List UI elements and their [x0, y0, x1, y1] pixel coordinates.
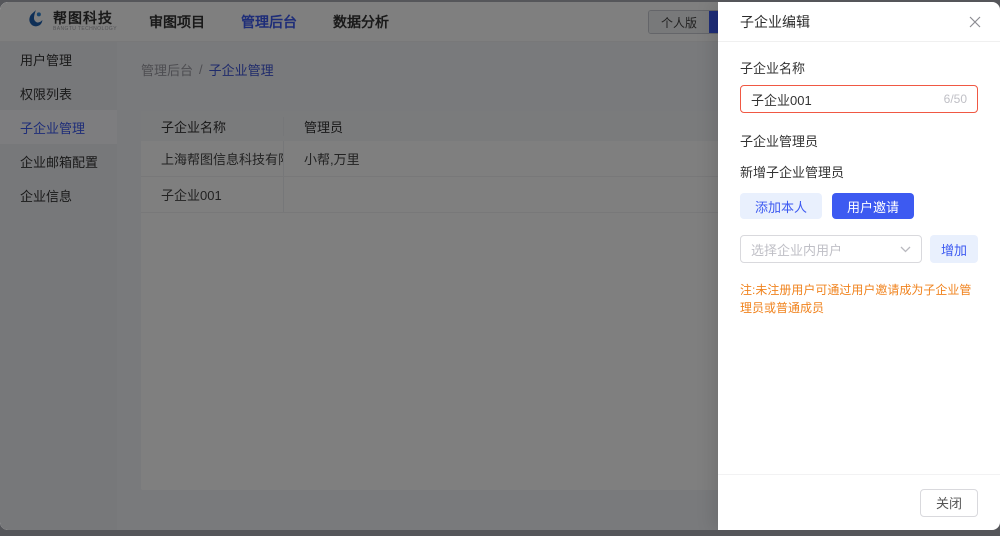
invite-user-button[interactable]: 用户邀请 [832, 193, 914, 219]
user-select-row: 选择企业内用户 增加 [740, 235, 978, 263]
char-counter: 6/50 [944, 92, 967, 106]
enterprise-user-select[interactable]: 选择企业内用户 [740, 235, 922, 263]
chevron-down-icon [900, 240, 911, 258]
new-admin-label: 新增子企业管理员 [740, 162, 978, 181]
name-input-value: 子企业001 [751, 90, 812, 109]
admin-action-buttons: 添加本人 用户邀请 [740, 193, 978, 219]
name-field-label: 子企业名称 [740, 58, 978, 77]
sub-enterprise-edit-drawer: 子企业编辑 子企业名称 子企业001 6/50 子企业管理员 新增子企业管理员 … [718, 2, 1000, 530]
close-drawer-button[interactable]: 关闭 [920, 489, 978, 517]
drawer-header: 子企业编辑 [718, 2, 1000, 42]
select-placeholder: 选择企业内用户 [751, 240, 842, 259]
admin-section-label: 子企业管理员 [740, 131, 978, 150]
close-icon[interactable] [964, 11, 986, 33]
drawer-body: 子企业名称 子企业001 6/50 子企业管理员 新增子企业管理员 添加本人 用… [718, 42, 1000, 474]
add-user-button[interactable]: 增加 [930, 235, 978, 263]
drawer-title: 子企业编辑 [740, 12, 810, 32]
drawer-footer: 关闭 [718, 474, 1000, 530]
add-self-button[interactable]: 添加本人 [740, 193, 822, 219]
app-window: 帮图科技 BANGTU TECHNOLOGY 审图项目 管理后台 数据分析 个人… [0, 2, 1000, 530]
invite-note: 注:未注册用户可通过用户邀请成为子企业管理员或普通成员 [740, 281, 978, 317]
name-input[interactable]: 子企业001 6/50 [740, 85, 978, 113]
